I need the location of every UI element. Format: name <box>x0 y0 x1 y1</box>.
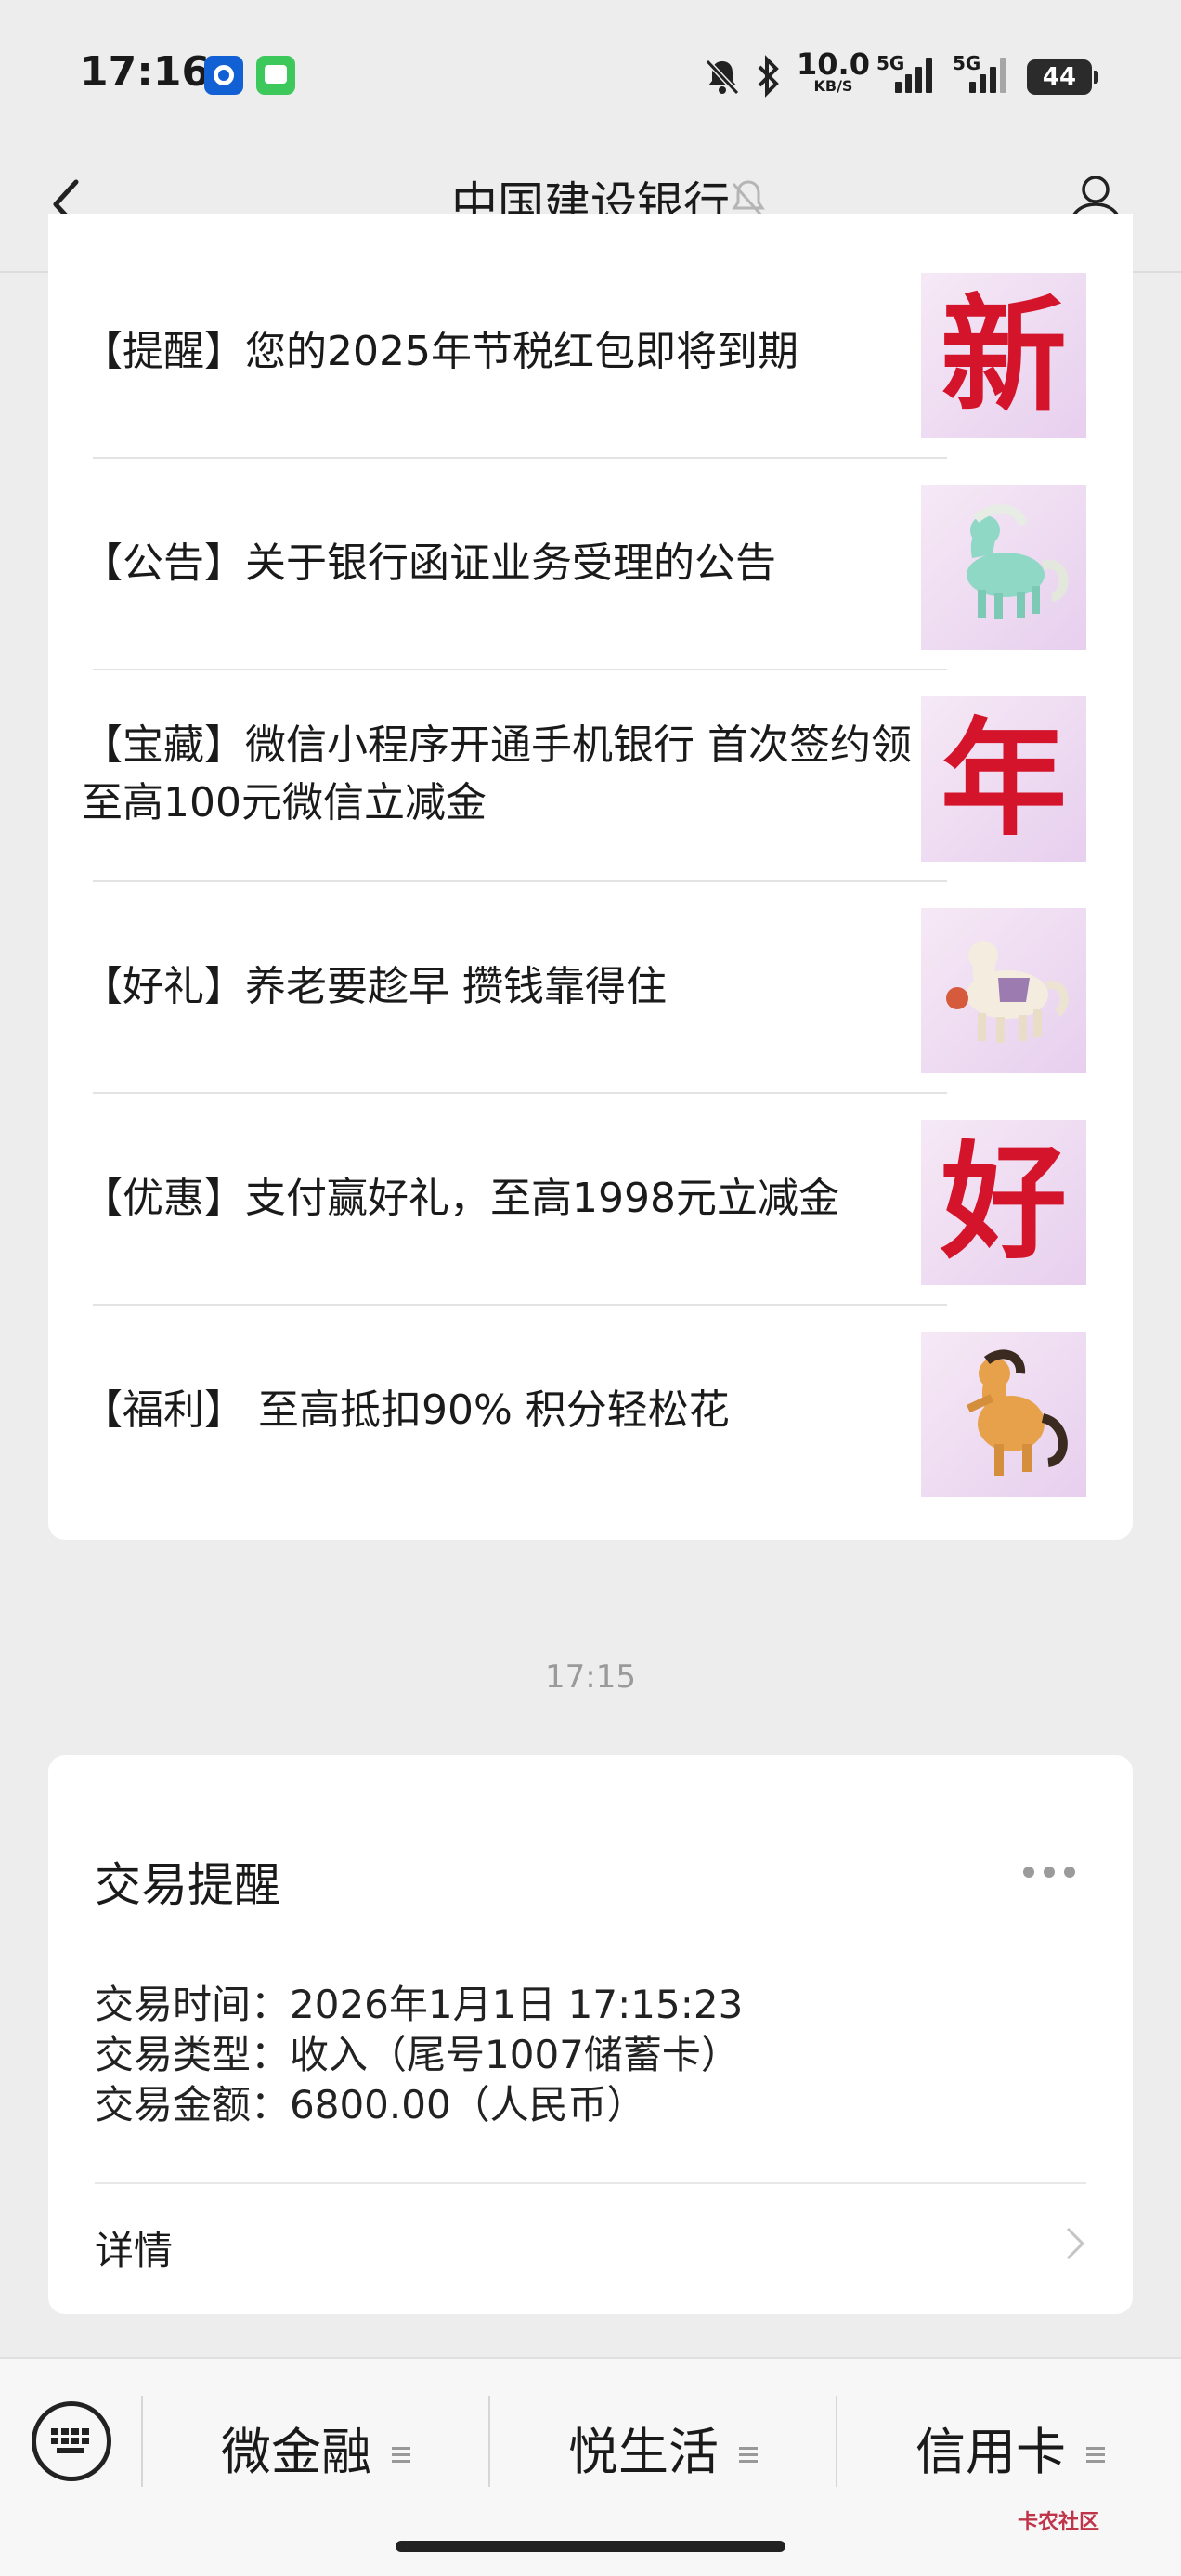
submenu-icon <box>739 2445 758 2465</box>
news-card: 【提醒】您的2025年节税红包即将到期 新 【公告】关于银行函证业务受理的公告 … <box>48 214 1133 1540</box>
keyboard-toggle-icon[interactable] <box>32 2401 111 2481</box>
thumb-character: 年 <box>941 705 1067 853</box>
battery-icon: 44 <box>1027 59 1098 95</box>
status-time: 17:16 <box>80 48 211 96</box>
ccb-app-icon <box>204 56 243 95</box>
transaction-time: 交易时间：2026年1月1日 17:15:23 <box>95 1982 744 2027</box>
divider <box>93 1304 947 1306</box>
menu-label: 信用卡 <box>915 2423 1066 2481</box>
transaction-amount: 交易金额：6800.00（人民币） <box>95 2082 646 2127</box>
horse-figurine-image <box>967 504 1069 619</box>
menu-label: 微金融 <box>221 2423 371 2481</box>
news-thumbnail <box>921 1332 1086 1497</box>
watermark: 卡农社区 <box>1018 2511 1100 2534</box>
menu-item-yue-shenghuo[interactable]: 悦生活 <box>490 2411 836 2484</box>
transaction-card[interactable]: 交易提醒 交易时间：2026年1月1日 17:15:23 交易类型：收入（尾号1… <box>48 1755 1133 2314</box>
menu-item-wei-jinrong[interactable]: 微金融 <box>143 2411 488 2484</box>
news-title: 【福利】 至高抵扣90% 积分轻松花 <box>82 1386 730 1434</box>
news-thumbnail <box>921 908 1086 1073</box>
divider <box>95 2182 1086 2184</box>
home-indicator[interactable] <box>396 2541 785 2552</box>
message-timestamp: 17:15 <box>545 1659 636 1696</box>
network-speed: 10.0 KB/S <box>797 49 870 95</box>
menu-item-credit-card[interactable]: 信用卡 <box>837 2411 1181 2484</box>
news-title: 【优惠】支付赢好礼，至高1998元立减金 <box>82 1175 839 1222</box>
signal-icon-2 <box>966 56 1006 93</box>
more-options-icon[interactable] <box>1023 1867 1079 1880</box>
news-item[interactable]: 【福利】 至高抵扣90% 积分轻松花 <box>48 214 1133 1497</box>
news-title: 【宝藏】微信小程序开通手机银行 首次签约领至高100元微信立减金 <box>82 722 912 826</box>
horse-figurine-image <box>946 941 1069 1043</box>
divider <box>93 457 947 459</box>
thumb-character: 好 <box>941 1128 1067 1277</box>
submenu-icon <box>1086 2445 1105 2465</box>
divider <box>93 669 947 670</box>
submenu-icon <box>392 2445 410 2465</box>
divider <box>93 880 947 882</box>
divider <box>93 1092 947 1094</box>
horse-figurine-image <box>967 1349 1068 1476</box>
detail-link[interactable]: 详情 <box>95 2219 173 2276</box>
signal-icon-1 <box>891 56 932 93</box>
news-title: 【公告】关于银行函证业务受理的公告 <box>82 540 776 587</box>
mute-bell-icon <box>705 59 740 96</box>
status-bar: 17:16 10.0 KB/S 5G 5G 44 <box>0 0 1181 139</box>
transaction-title: 交易提醒 <box>95 1858 280 1912</box>
messages-app-icon <box>256 56 295 95</box>
transaction-type: 交易类型：收入（尾号1007储蓄卡） <box>95 2032 740 2077</box>
news-thumbnail: 好 <box>921 1120 1086 1285</box>
news-thumbnail: 年 <box>921 696 1086 862</box>
news-title: 【好礼】养老要趁早 攒钱靠得住 <box>82 963 667 1010</box>
bluetooth-icon <box>758 55 779 98</box>
chevron-right-icon[interactable] <box>1064 2225 1086 2262</box>
news-thumbnail <box>921 485 1086 650</box>
menu-label: 悦生活 <box>568 2423 719 2481</box>
